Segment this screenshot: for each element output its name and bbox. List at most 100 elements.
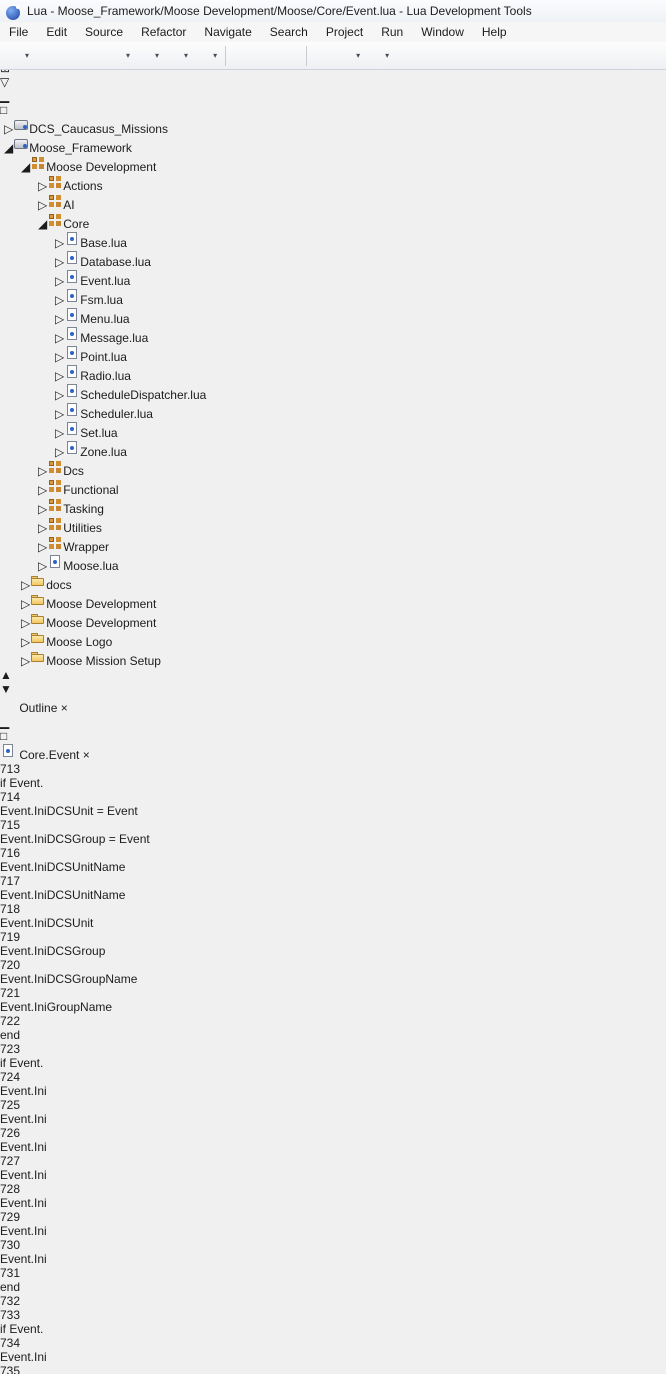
tree-item-set-lua[interactable]: ▷Set.lua — [0, 421, 666, 440]
maximize-button[interactable]: □ — [0, 729, 666, 743]
expand-arrow-icon[interactable]: ▷ — [55, 388, 64, 402]
code-line[interactable]: 720 Event.IniDCSGroupName — [0, 958, 666, 986]
close-icon[interactable]: × — [83, 748, 90, 762]
code-line[interactable]: 713 if Event. — [0, 762, 666, 790]
line-number[interactable]: 735 — [0, 1364, 666, 1374]
line-number[interactable]: 720 — [0, 958, 666, 972]
view-menu-button[interactable]: ▽ — [0, 75, 666, 89]
toolbar-editor-view-2-button[interactable] — [254, 45, 278, 67]
expand-arrow-icon[interactable]: ▷ — [21, 597, 30, 611]
tree-item-moose-development[interactable]: ▷Moose Development — [0, 611, 666, 630]
line-number[interactable]: 713 — [0, 762, 666, 776]
line-number[interactable]: 715 — [0, 818, 666, 832]
maximize-button[interactable]: □ — [0, 103, 666, 117]
tree-item-moose-development[interactable]: ◢Moose Development — [0, 155, 666, 174]
line-number[interactable]: 729 — [0, 1210, 666, 1224]
tab-outline[interactable]: Outline × — [0, 696, 666, 715]
toolbar-new-button[interactable]: ▾ — [4, 45, 33, 67]
toolbar-editor-view-1-button[interactable] — [230, 45, 254, 67]
tree-item-moose-mission-setup[interactable]: ▷Moose Mission Setup — [0, 649, 666, 668]
titlebar[interactable]: Lua - Moose_Framework/Moose Development/… — [0, 0, 666, 23]
tree-item-zone-lua[interactable]: ▷Zone.lua — [0, 440, 666, 459]
toolbar-run-button[interactable]: ▾ — [134, 45, 163, 67]
line-number[interactable]: 726 — [0, 1126, 666, 1140]
menubar-item-project[interactable]: Project — [317, 22, 372, 42]
code-line[interactable]: 734 Event.Ini — [0, 1336, 666, 1364]
tree-item-moose-logo[interactable]: ▷Moose Logo — [0, 630, 666, 649]
tree-item-moose-framework[interactable]: ◢Moose_Framework — [0, 136, 666, 155]
line-number[interactable]: 733 — [0, 1308, 666, 1322]
toolbar-run-history-button[interactable]: ▾ — [163, 45, 192, 67]
scroll-down-icon[interactable]: ▼ — [0, 682, 666, 696]
expand-arrow-icon[interactable]: ▷ — [38, 559, 47, 573]
expand-arrow-icon[interactable]: ▷ — [55, 350, 64, 364]
code-line[interactable]: 721 Event.IniGroupName — [0, 986, 666, 1014]
toolbar-debug-button[interactable]: ▾ — [105, 45, 134, 67]
expand-arrow-icon[interactable]: ▷ — [4, 122, 13, 136]
tree-item-scheduler-lua[interactable]: ▷Scheduler.lua — [0, 402, 666, 421]
toolbar-last-edit-location-button[interactable] — [311, 45, 335, 67]
tree-item-core[interactable]: ◢Core — [0, 212, 666, 231]
line-number[interactable]: 718 — [0, 902, 666, 916]
expand-arrow-icon[interactable]: ▷ — [38, 540, 47, 554]
line-number[interactable]: 724 — [0, 1070, 666, 1084]
code-line[interactable]: 729 Event.Ini — [0, 1210, 666, 1238]
tree-item-moose-development[interactable]: ▷Moose Development — [0, 592, 666, 611]
tree-item-docs[interactable]: ▷docs — [0, 573, 666, 592]
expand-arrow-icon[interactable]: ▷ — [55, 236, 64, 250]
minimize-button[interactable]: ▁ — [0, 715, 666, 729]
expand-arrow-icon[interactable]: ▷ — [55, 293, 64, 307]
close-icon[interactable]: × — [61, 701, 68, 715]
expand-arrow-icon[interactable]: ▷ — [38, 483, 47, 497]
expand-arrow-icon[interactable]: ▷ — [55, 274, 64, 288]
collapse-arrow-icon[interactable]: ◢ — [38, 217, 47, 231]
expand-arrow-icon[interactable]: ▷ — [55, 407, 64, 421]
toolbar-forward-button[interactable]: ▾ — [364, 45, 393, 67]
line-number[interactable]: 716 — [0, 846, 666, 860]
code-line[interactable]: 715 Event.IniDCSGroup = Event — [0, 818, 666, 846]
menubar-item-file[interactable]: File — [0, 22, 37, 42]
line-number[interactable]: 721 — [0, 986, 666, 1000]
line-number[interactable]: 723 — [0, 1042, 666, 1056]
code-line[interactable]: 717 Event.IniDCSUnitName — [0, 874, 666, 902]
expand-arrow-icon[interactable]: ▷ — [38, 179, 47, 193]
expand-arrow-icon[interactable]: ▷ — [55, 445, 64, 459]
code-line[interactable]: 724 Event.Ini — [0, 1070, 666, 1098]
line-number[interactable]: 714 — [0, 790, 666, 804]
line-number[interactable]: 725 — [0, 1098, 666, 1112]
tree-item-dcs[interactable]: ▷Dcs — [0, 459, 666, 478]
tree-item-base-lua[interactable]: ▷Base.lua — [0, 231, 666, 250]
menubar-item-run[interactable]: Run — [372, 22, 412, 42]
menubar-item-navigate[interactable]: Navigate — [195, 22, 260, 42]
code-line[interactable]: 735 Event.Ini — [0, 1364, 666, 1374]
code-line[interactable]: 726 Event.Ini — [0, 1126, 666, 1154]
line-number[interactable]: 719 — [0, 930, 666, 944]
code-line[interactable]: 733 if Event. — [0, 1308, 666, 1336]
tree-item-fsm-lua[interactable]: ▷Fsm.lua — [0, 288, 666, 307]
line-number[interactable]: 722 — [0, 1014, 666, 1028]
line-number[interactable]: 734 — [0, 1336, 666, 1350]
expand-arrow-icon[interactable]: ▷ — [38, 521, 47, 535]
line-number[interactable]: 727 — [0, 1154, 666, 1168]
expand-arrow-icon[interactable]: ▷ — [55, 255, 64, 269]
collapse-arrow-icon[interactable]: ◢ — [4, 141, 13, 155]
scroll-up-icon[interactable]: ▲ — [0, 668, 666, 682]
menubar-item-edit[interactable]: Edit — [37, 22, 76, 42]
toolbar-external-tools-button[interactable]: ▾ — [192, 45, 221, 67]
expand-arrow-icon[interactable]: ▷ — [38, 198, 47, 212]
toolbar-back-button[interactable]: ▾ — [335, 45, 364, 67]
line-number[interactable]: 730 — [0, 1238, 666, 1252]
collapse-arrow-icon[interactable]: ◢ — [21, 160, 30, 174]
tree-item-scheduledispatcher-lua[interactable]: ▷ScheduleDispatcher.lua — [0, 383, 666, 402]
expand-arrow-icon[interactable]: ▷ — [55, 426, 64, 440]
code-line[interactable]: 725 Event.Ini — [0, 1098, 666, 1126]
menubar-item-source[interactable]: Source — [76, 22, 132, 42]
expand-arrow-icon[interactable]: ▷ — [21, 635, 30, 649]
expand-arrow-icon[interactable]: ▷ — [21, 578, 30, 592]
tree-item-event-lua[interactable]: ▷Event.lua — [0, 269, 666, 288]
code-line[interactable]: 723 if Event. — [0, 1042, 666, 1070]
code-line[interactable]: 716 Event.IniDCSUnitName — [0, 846, 666, 874]
expand-arrow-icon[interactable]: ▷ — [55, 312, 64, 326]
tab-core-event[interactable]: Core.Event × — [0, 743, 666, 762]
expand-arrow-icon[interactable]: ▷ — [55, 369, 64, 383]
